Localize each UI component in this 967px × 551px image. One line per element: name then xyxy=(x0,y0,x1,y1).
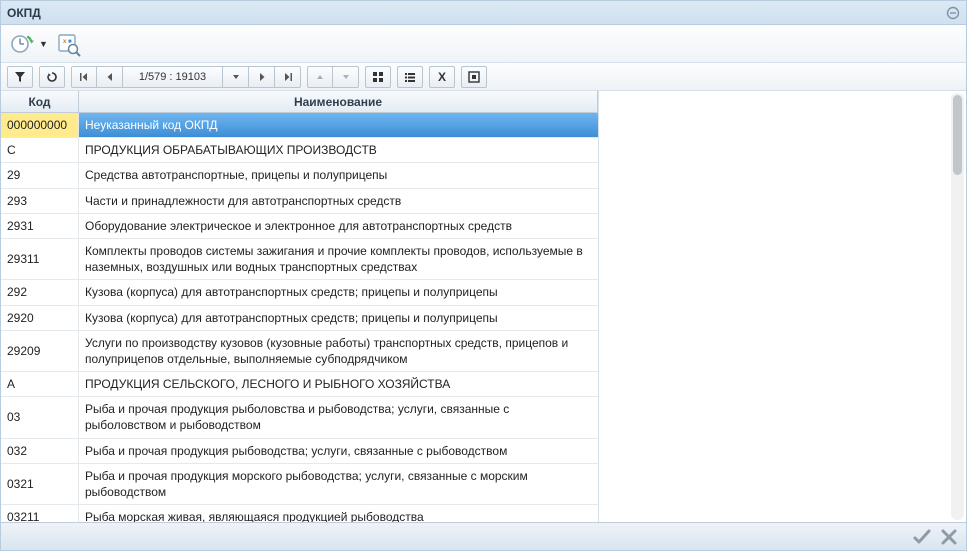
detail-pane xyxy=(599,91,966,522)
table-body[interactable]: 000000000Неуказанный код ОКПДCПРОДУКЦИЯ … xyxy=(1,113,598,522)
table-row[interactable]: 2931Оборудование электрическое и электро… xyxy=(1,214,598,239)
reload-button[interactable] xyxy=(39,66,65,88)
x-button[interactable]: X xyxy=(429,66,455,88)
nav-toolbar: 1/579 : 19103 X xyxy=(1,63,966,91)
footer-bar xyxy=(1,522,966,550)
table-row[interactable]: 292Кузова (корпуса) для автотранспортных… xyxy=(1,280,598,305)
table-header: Код Наименование xyxy=(1,91,598,113)
cell-name: Кузова (корпуса) для автотранспортных ср… xyxy=(79,306,598,330)
table-row[interactable]: 29311Комплекты проводов системы зажигани… xyxy=(1,239,598,280)
cell-name: Комплекты проводов системы зажигания и п… xyxy=(79,239,598,279)
table-row[interactable]: 03211Рыба морская живая, являющаяся прод… xyxy=(1,505,598,522)
cell-name: ПРОДУКЦИЯ ОБРАБАТЫВАЮЩИХ ПРОИЗВОДСТВ xyxy=(79,138,598,162)
grid-button[interactable] xyxy=(365,66,391,88)
cell-code: A xyxy=(1,372,79,396)
dropdown-arrow-icon[interactable]: ▼ xyxy=(39,39,48,49)
scrollbar-thumb[interactable] xyxy=(953,95,962,175)
pager-dropdown-button[interactable] xyxy=(223,66,249,88)
list-button[interactable] xyxy=(397,66,423,88)
pager-group: 1/579 : 19103 xyxy=(71,66,301,88)
refresh-time-button[interactable] xyxy=(7,29,37,59)
table-row[interactable]: AПРОДУКЦИЯ СЕЛЬСКОГО, ЛЕСНОГО И РЫБНОГО … xyxy=(1,372,598,397)
table-row[interactable]: 032Рыба и прочая продукция рыбоводства; … xyxy=(1,439,598,464)
cell-code: 29 xyxy=(1,163,79,187)
main-toolbar: ▼ x ■ xyxy=(1,25,966,63)
cancel-button[interactable] xyxy=(940,528,958,546)
cell-code: 293 xyxy=(1,189,79,213)
table-row[interactable]: 0321Рыба и прочая продукция морского рыб… xyxy=(1,464,598,505)
table-row[interactable]: 29209Услуги по производству кузовов (куз… xyxy=(1,331,598,372)
cell-code: 032 xyxy=(1,439,79,463)
cell-code: 29209 xyxy=(1,331,79,371)
scrollbar[interactable] xyxy=(951,93,964,520)
next-page-button[interactable] xyxy=(249,66,275,88)
cell-name: Рыба и прочая продукция рыбоводства; усл… xyxy=(79,439,598,463)
cell-name: ПРОДУКЦИЯ СЕЛЬСКОГО, ЛЕСНОГО И РЫБНОГО Х… xyxy=(79,372,598,396)
col-header-name[interactable]: Наименование xyxy=(79,91,598,112)
cell-code: C xyxy=(1,138,79,162)
cell-name: Рыба морская живая, являющаяся продукцие… xyxy=(79,505,598,522)
cell-name: Части и принадлежности для автотранспорт… xyxy=(79,189,598,213)
cell-code: 0321 xyxy=(1,464,79,504)
table-row[interactable]: 03Рыба и прочая продукция рыболовства и … xyxy=(1,397,598,438)
table-row[interactable]: CПРОДУКЦИЯ ОБРАБАТЫВАЮЩИХ ПРОИЗВОДСТВ xyxy=(1,138,598,163)
cell-code: 000000000 xyxy=(1,113,79,137)
sort-asc-button[interactable] xyxy=(307,66,333,88)
cell-code: 29311 xyxy=(1,239,79,279)
sort-desc-button[interactable] xyxy=(333,66,359,88)
window-title: ОКПД xyxy=(7,6,41,20)
table-row[interactable]: 293Части и принадлежности для автотрансп… xyxy=(1,189,598,214)
sort-group xyxy=(307,66,359,88)
content-area: Код Наименование 000000000Неуказанный ко… xyxy=(1,91,966,522)
cell-name: Оборудование электрическое и электронное… xyxy=(79,214,598,238)
first-page-button[interactable] xyxy=(71,66,97,88)
cell-name: Рыба и прочая продукция морского рыбовод… xyxy=(79,464,598,504)
cell-name: Кузова (корпуса) для автотранспортных ср… xyxy=(79,280,598,304)
table-row[interactable]: 29Средства автотранспортные, прицепы и п… xyxy=(1,163,598,188)
titlebar: ОКПД xyxy=(1,1,966,25)
cell-name: Рыба и прочая продукция рыболовства и ры… xyxy=(79,397,598,437)
col-header-code[interactable]: Код xyxy=(1,91,79,112)
prev-page-button[interactable] xyxy=(97,66,123,88)
inspect-button[interactable]: x ■ xyxy=(54,29,84,59)
filter-button[interactable] xyxy=(7,66,33,88)
confirm-button[interactable] xyxy=(912,527,932,547)
last-page-button[interactable] xyxy=(275,66,301,88)
cell-code: 03211 xyxy=(1,505,79,522)
window-root: ОКПД ▼ x ■ xyxy=(0,0,967,551)
table-pane: Код Наименование 000000000Неуказанный ко… xyxy=(1,91,599,522)
cell-code: 2920 xyxy=(1,306,79,330)
minimize-icon[interactable] xyxy=(946,6,960,20)
cell-code: 2931 xyxy=(1,214,79,238)
cell-code: 03 xyxy=(1,397,79,437)
cell-name: Средства автотранспортные, прицепы и пол… xyxy=(79,163,598,187)
cell-name: Услуги по производству кузовов (кузовные… xyxy=(79,331,598,371)
cell-code: 292 xyxy=(1,280,79,304)
table-row[interactable]: 000000000Неуказанный код ОКПД xyxy=(1,113,598,138)
cell-name: Неуказанный код ОКПД xyxy=(79,113,598,137)
select-square-button[interactable] xyxy=(461,66,487,88)
page-indicator[interactable]: 1/579 : 19103 xyxy=(123,66,223,88)
table-row[interactable]: 2920Кузова (корпуса) для автотранспортны… xyxy=(1,306,598,331)
